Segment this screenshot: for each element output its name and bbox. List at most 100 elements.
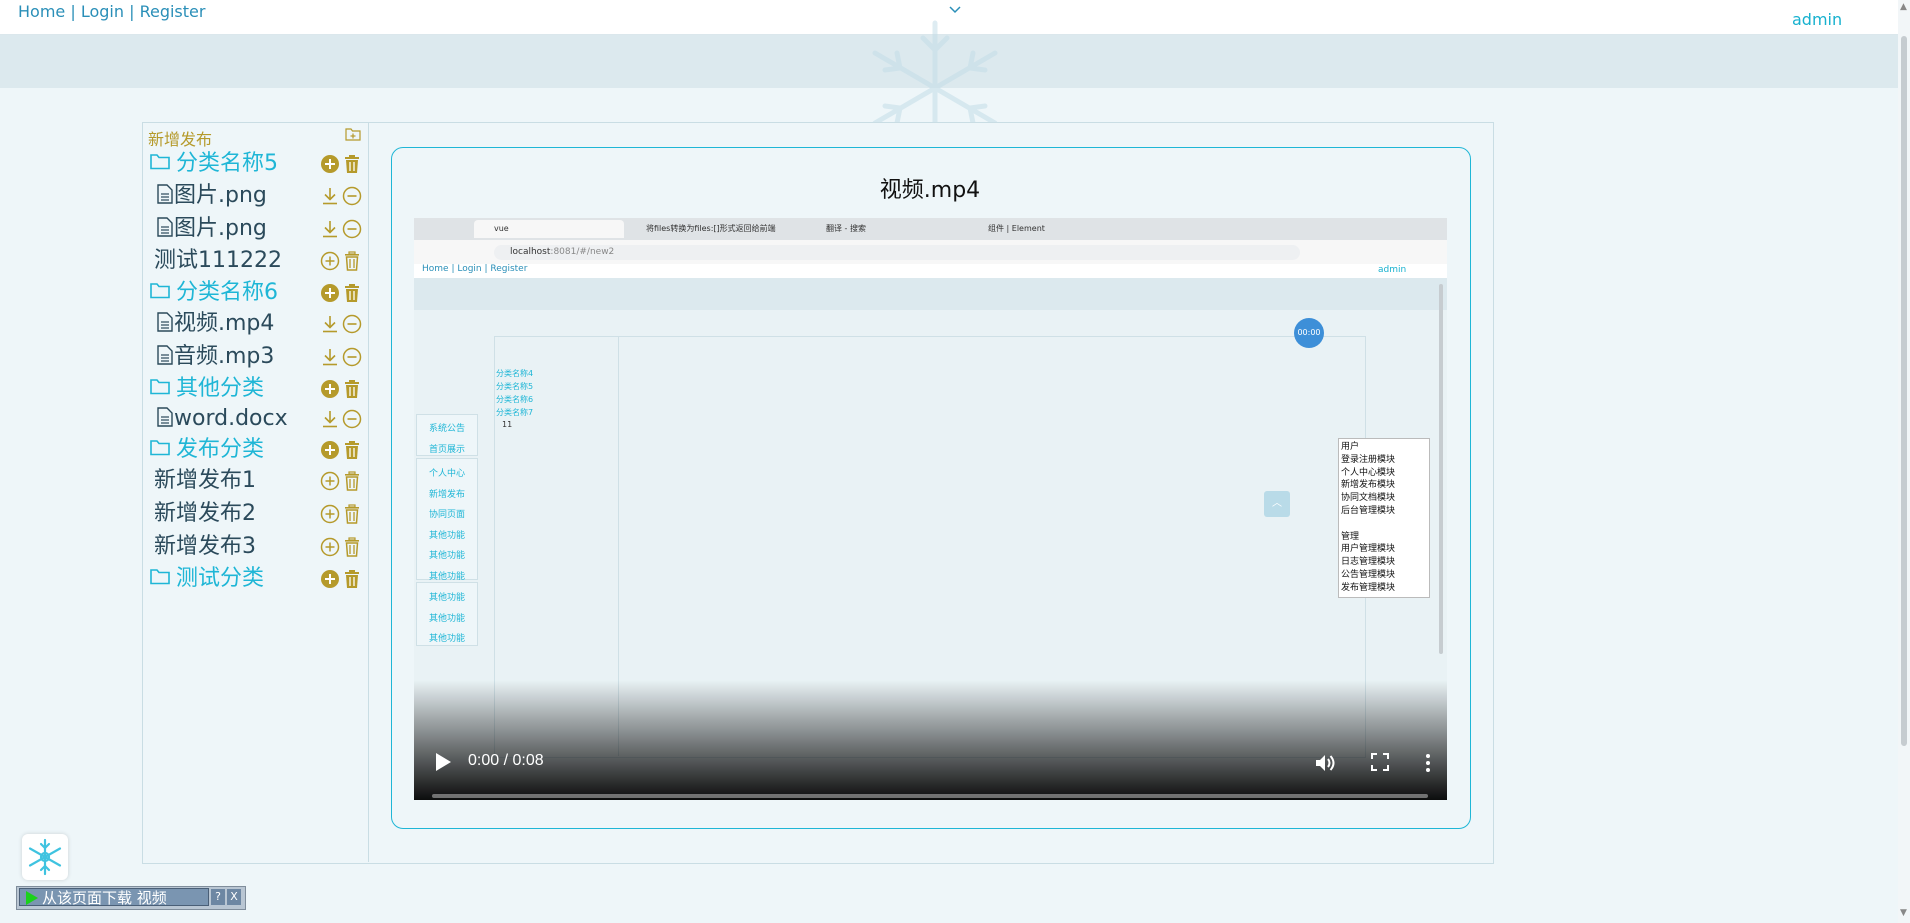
add-circle-outline-icon[interactable] bbox=[320, 504, 340, 524]
video-frame-menu-item: 其他功能 bbox=[428, 530, 465, 541]
play-icon[interactable] bbox=[434, 752, 452, 772]
tree-item-label: 分类名称5 bbox=[176, 151, 278, 176]
tree-folder[interactable]: 分类名称5 bbox=[150, 149, 278, 179]
video-frame-mini-item: 11 bbox=[502, 420, 513, 429]
file-icon bbox=[157, 184, 173, 204]
tree-item-label: word.docx bbox=[174, 406, 288, 431]
remove-circle-icon[interactable] bbox=[342, 219, 362, 239]
volume-icon[interactable] bbox=[1314, 752, 1336, 774]
add-circle-outline-icon[interactable] bbox=[320, 537, 340, 557]
video-time: 0:00 / 0:08 bbox=[468, 752, 544, 769]
tree-folder[interactable]: 测试分类 bbox=[150, 564, 264, 594]
video-frame-mini-item: 分类名称6 bbox=[496, 395, 534, 404]
video-frame-mini-item: 分类名称5 bbox=[496, 382, 534, 391]
floating-snowflake-button[interactable] bbox=[22, 834, 68, 880]
video-frame-tab: 将files转换为files:[]形式返回给前端 bbox=[646, 224, 776, 233]
delete-icon[interactable] bbox=[342, 154, 362, 174]
video-frame-context-item: 新增发布模块 bbox=[1341, 480, 1396, 491]
fullscreen-icon[interactable] bbox=[1370, 752, 1390, 772]
folder-icon bbox=[150, 440, 170, 456]
delete-outline-icon[interactable] bbox=[342, 251, 362, 271]
download-icon[interactable] bbox=[320, 409, 340, 429]
add-circle-icon[interactable] bbox=[320, 283, 340, 303]
scroll-up-icon[interactable]: ▲ bbox=[1900, 2, 1907, 12]
tree-entry[interactable]: 新增发布2 bbox=[154, 499, 256, 529]
chevron-down-icon[interactable] bbox=[948, 3, 962, 17]
download-icon[interactable] bbox=[320, 347, 340, 367]
remove-circle-icon[interactable] bbox=[342, 186, 362, 206]
tree-entry[interactable]: 测试111222 bbox=[154, 246, 282, 276]
add-circle-icon[interactable] bbox=[320, 379, 340, 399]
nav-login-link[interactable]: Login bbox=[81, 2, 124, 21]
add-circle-icon[interactable] bbox=[320, 569, 340, 589]
delete-outline-icon[interactable] bbox=[342, 504, 362, 524]
tree-file[interactable]: 视频.mp4 bbox=[156, 309, 274, 339]
user-name[interactable]: admin bbox=[1792, 10, 1842, 29]
delete-icon[interactable] bbox=[342, 440, 362, 460]
tree-item-label: 测试分类 bbox=[176, 566, 265, 591]
delete-icon[interactable] bbox=[342, 569, 362, 589]
download-icon[interactable] bbox=[320, 314, 340, 334]
video-frame-backtop-icon: ︿ bbox=[1264, 491, 1290, 517]
video-frame-context-item: 用户管理模块 bbox=[1341, 544, 1396, 555]
tree-folder[interactable]: 发布分类 bbox=[150, 435, 264, 465]
remove-circle-icon[interactable] bbox=[342, 314, 362, 334]
tree-file[interactable]: word.docx bbox=[156, 404, 288, 434]
tree-folder[interactable]: 分类名称6 bbox=[150, 278, 278, 308]
video-frame-tabbar: vue 将files转换为files:[]形式返回给前端 翻译 - 搜索 组件 … bbox=[414, 218, 1447, 240]
tree-item-label: 音频.mp3 bbox=[174, 344, 275, 369]
video-player[interactable]: vue 将files转换为files:[]形式返回给前端 翻译 - 搜索 组件 … bbox=[414, 218, 1447, 800]
tree-folder[interactable]: 其他分类 bbox=[150, 374, 264, 404]
video-frame-context-item: 登录注册模块 bbox=[1341, 454, 1396, 465]
tree-file[interactable]: 图片.png bbox=[156, 214, 267, 244]
video-frame-menu-item: 其他功能 bbox=[428, 634, 465, 644]
add-circle-outline-icon[interactable] bbox=[320, 471, 340, 491]
nav-separator: | bbox=[70, 2, 81, 21]
tree-item-label: 新增发布3 bbox=[154, 534, 256, 559]
add-circle-outline-icon[interactable] bbox=[320, 251, 340, 271]
scrollbar-thumb[interactable] bbox=[1901, 36, 1907, 746]
folder-icon bbox=[150, 379, 170, 395]
video-frame-menu-item: 其他功能 bbox=[428, 551, 465, 561]
download-video-label: 从该页面下载 视频 bbox=[42, 889, 167, 907]
video-frame-context-item: 公告管理模块 bbox=[1341, 569, 1396, 580]
download-icon[interactable] bbox=[320, 219, 340, 239]
video-frame-tab: 翻译 - 搜索 bbox=[826, 224, 866, 233]
new-folder-icon[interactable] bbox=[345, 126, 361, 142]
add-circle-icon[interactable] bbox=[320, 440, 340, 460]
download-video-button[interactable]: 从该页面下载 视频 bbox=[19, 888, 209, 907]
tree-file[interactable]: 图片.png bbox=[156, 181, 267, 211]
video-frame-context-item bbox=[1341, 518, 1427, 531]
nav-register-link[interactable]: Register bbox=[140, 2, 206, 21]
more-options-icon[interactable] bbox=[1424, 752, 1432, 774]
tree-entry[interactable]: 新增发布1 bbox=[154, 466, 256, 496]
remove-circle-icon[interactable] bbox=[342, 409, 362, 429]
video-frame-user: admin bbox=[1378, 265, 1407, 275]
help-button[interactable]: ? bbox=[211, 889, 225, 905]
file-icon bbox=[157, 407, 173, 427]
video-frame-band bbox=[414, 278, 1447, 310]
close-button[interactable]: X bbox=[227, 889, 241, 905]
tree-entry[interactable]: 新增发布3 bbox=[154, 532, 256, 562]
nav-home-link[interactable]: Home bbox=[18, 2, 65, 21]
video-frame-nav: Home | Login | Register bbox=[422, 264, 528, 274]
remove-circle-icon[interactable] bbox=[342, 347, 362, 367]
page-scrollbar[interactable]: ▲ ▼ bbox=[1898, 0, 1910, 923]
delete-icon[interactable] bbox=[342, 283, 362, 303]
video-frame-menu-item: 协同页面 bbox=[428, 510, 465, 520]
video-frame-url: localhost:8081/#/new2 bbox=[494, 245, 1300, 260]
add-circle-icon[interactable] bbox=[320, 154, 340, 174]
tree-file[interactable]: 音频.mp3 bbox=[156, 342, 274, 372]
tree-item-label: 视频.mp4 bbox=[174, 311, 275, 336]
delete-outline-icon[interactable] bbox=[342, 471, 362, 491]
video-frame-menu-item: 其他功能 bbox=[428, 613, 465, 624]
video-frame-url-rest: :8081/#/new2 bbox=[550, 247, 615, 257]
video-frame-timer: 00:00 bbox=[1294, 318, 1324, 348]
video-progress-bar[interactable] bbox=[432, 794, 1428, 798]
video-frame-tab: 组件 | Element bbox=[988, 224, 1045, 233]
download-icon[interactable] bbox=[320, 186, 340, 206]
tree-item-label: 发布分类 bbox=[176, 437, 265, 462]
delete-outline-icon[interactable] bbox=[342, 537, 362, 557]
scroll-down-icon[interactable]: ▼ bbox=[1900, 908, 1907, 918]
delete-icon[interactable] bbox=[342, 379, 362, 399]
